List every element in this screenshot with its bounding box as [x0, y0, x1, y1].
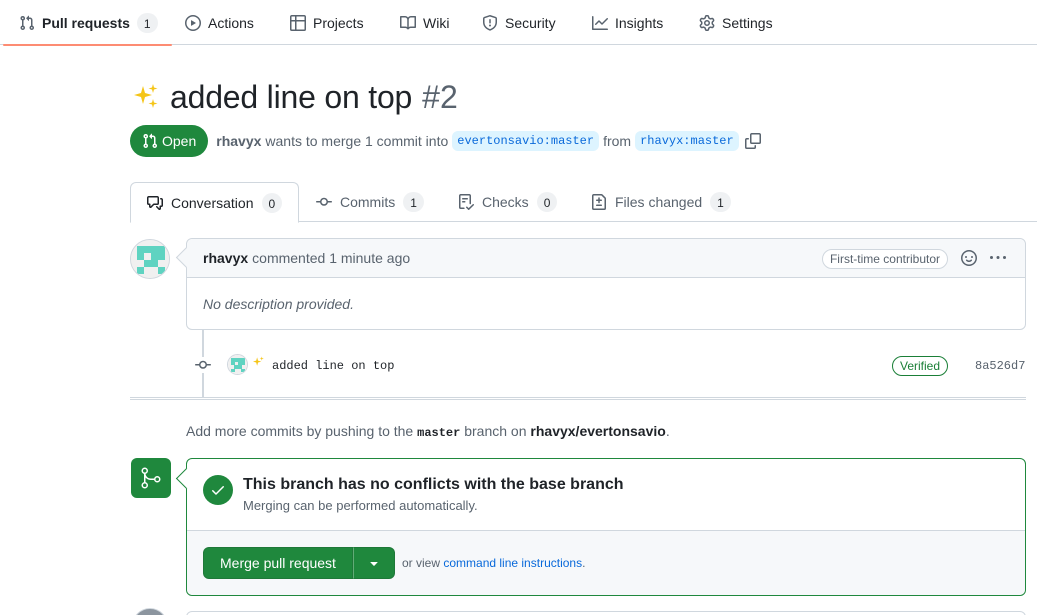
- tab-conversation[interactable]: Conversation 0: [130, 182, 300, 223]
- book-icon: [400, 15, 416, 29]
- timeline-divider: [130, 397, 1026, 400]
- pr-title-row: added line on top #2: [132, 76, 458, 118]
- graph-icon: [592, 15, 608, 30]
- commit-sha-link[interactable]: 8a526d7: [975, 357, 1025, 375]
- view-prefix: or view: [402, 556, 441, 570]
- nav-label: Insights: [615, 14, 664, 31]
- sparkles-icon: [252, 356, 265, 369]
- comment-body: No description provided.: [203, 296, 354, 312]
- merge-pull-request-button[interactable]: Merge pull request: [203, 547, 353, 579]
- check-circle-icon: [203, 475, 233, 505]
- kebab-horizontal-icon: [990, 256, 1006, 259]
- push-hint-prefix: Add more commits by pushing to the: [186, 423, 414, 439]
- tab-counter: 1: [710, 192, 731, 212]
- comment-box: rhavyx commented 1 minute ago First-time…: [186, 238, 1026, 330]
- git-pull-request-icon: [20, 15, 35, 30]
- pr-tabnav: Conversation 0 Commits 1 Checks 0 Files …: [130, 182, 1037, 223]
- nav-settings[interactable]: Settings: [699, 0, 773, 45]
- view-suffix: .: [582, 556, 586, 570]
- command-line-instructions-link[interactable]: command line instructions: [443, 556, 582, 570]
- tab-label: Checks: [482, 194, 529, 210]
- tab-counter: 0: [261, 192, 283, 213]
- state-label: Open: [162, 133, 197, 149]
- comment-options-button[interactable]: [990, 250, 1006, 266]
- nav-label: Wiki: [423, 14, 450, 31]
- nav-label: Security: [505, 14, 556, 31]
- push-hint: Add more commits by pushing to the maste…: [186, 421, 670, 443]
- shield-icon: [483, 14, 497, 31]
- sparkles-icon: [132, 83, 160, 111]
- table-icon: [290, 14, 306, 31]
- pr-meta: Open rhavyx wants to merge 1 commit into…: [130, 125, 761, 157]
- tab-commits[interactable]: Commits 1: [300, 182, 440, 222]
- merge-box: This branch has no conflicts with the ba…: [186, 458, 1026, 596]
- nav-security[interactable]: Security: [482, 0, 556, 45]
- nav-counter: 1: [136, 12, 158, 33]
- nav-label: Pull requests: [42, 14, 130, 31]
- comment-form-box: [186, 611, 1026, 615]
- add-reaction-button[interactable]: [961, 250, 977, 266]
- git-commit-icon: [316, 197, 332, 206]
- nav-actions[interactable]: Actions: [185, 0, 254, 45]
- pr-author-link[interactable]: rhavyx: [216, 133, 261, 149]
- head-branch-ref[interactable]: rhavyx:master: [635, 131, 739, 151]
- git-commit-icon: [195, 360, 211, 369]
- repo-nav: Pull requests 1 Actions Projects Wiki Se…: [0, 0, 1037, 46]
- push-hint-repo: rhavyx/evertonsavio: [530, 423, 666, 439]
- push-hint-branch: master: [417, 426, 461, 440]
- push-hint-suffix: .: [665, 423, 670, 439]
- merge-actions: Merge pull request or view command line …: [187, 531, 1025, 595]
- commit-message-link[interactable]: added line on top: [272, 357, 394, 375]
- copy-button[interactable]: [744, 133, 761, 149]
- nav-label: Settings: [722, 14, 773, 31]
- merge-text: wants to merge 1 commit into: [265, 133, 449, 149]
- tab-label: Files changed: [615, 194, 703, 210]
- merge-method-dropdown[interactable]: [352, 547, 395, 579]
- merge-status-icon: [131, 458, 171, 498]
- checklist-icon: [459, 194, 474, 210]
- verified-badge[interactable]: Verified: [892, 356, 949, 376]
- pr-number: #2: [422, 78, 458, 115]
- play-icon: [185, 14, 201, 31]
- push-hint-middle: branch on: [464, 423, 527, 439]
- first-time-contributor-badge: First-time contributor: [821, 249, 948, 269]
- comment-header: rhavyx commented 1 minute ago First-time…: [187, 239, 1025, 278]
- git-pull-request-icon: [143, 133, 158, 149]
- tab-counter: 1: [403, 192, 424, 212]
- state-badge: Open: [130, 125, 209, 157]
- merge-status-subtitle: Merging can be performed automatically.: [243, 498, 478, 513]
- base-branch-ref[interactable]: evertonsavio:master: [452, 131, 600, 151]
- nav-projects[interactable]: Projects: [290, 0, 364, 45]
- tab-counter: 0: [536, 192, 558, 212]
- copy-icon: [744, 133, 761, 149]
- nav-pull-requests[interactable]: Pull requests 1: [3, 0, 172, 46]
- file-diff-icon: [592, 194, 606, 210]
- from-text: from: [603, 133, 632, 149]
- tab-label: Commits: [340, 194, 396, 210]
- nav-label: Projects: [313, 14, 364, 31]
- comment-discussion-icon: [147, 195, 163, 210]
- commit-node: [194, 357, 212, 373]
- nav-wiki[interactable]: Wiki: [400, 0, 449, 45]
- avatar[interactable]: [132, 608, 168, 615]
- commit-author-avatar[interactable]: [227, 354, 248, 375]
- pr-title: added line on top: [170, 78, 413, 115]
- nav-insights[interactable]: Insights: [592, 0, 663, 45]
- merge-button-group: Merge pull request: [203, 547, 395, 579]
- comment-author-link[interactable]: rhavyx: [203, 250, 248, 266]
- nav-label: Actions: [208, 14, 254, 31]
- avatar[interactable]: [130, 239, 170, 279]
- command-line-hint: or view command line instructions.: [402, 555, 585, 571]
- smiley-icon: [961, 250, 977, 266]
- comment-timestamp[interactable]: commented 1 minute ago: [252, 250, 410, 266]
- gear-icon: [699, 14, 715, 31]
- merge-status-section: This branch has no conflicts with the ba…: [187, 459, 1025, 531]
- tab-files-changed[interactable]: Files changed 1: [575, 182, 747, 222]
- tab-label: Conversation: [171, 194, 254, 211]
- triangle-down-icon: [370, 562, 378, 566]
- tab-checks[interactable]: Checks 0: [442, 182, 573, 222]
- merge-status-title: This branch has no conflicts with the ba…: [243, 476, 624, 493]
- git-merge-icon: [141, 467, 161, 489]
